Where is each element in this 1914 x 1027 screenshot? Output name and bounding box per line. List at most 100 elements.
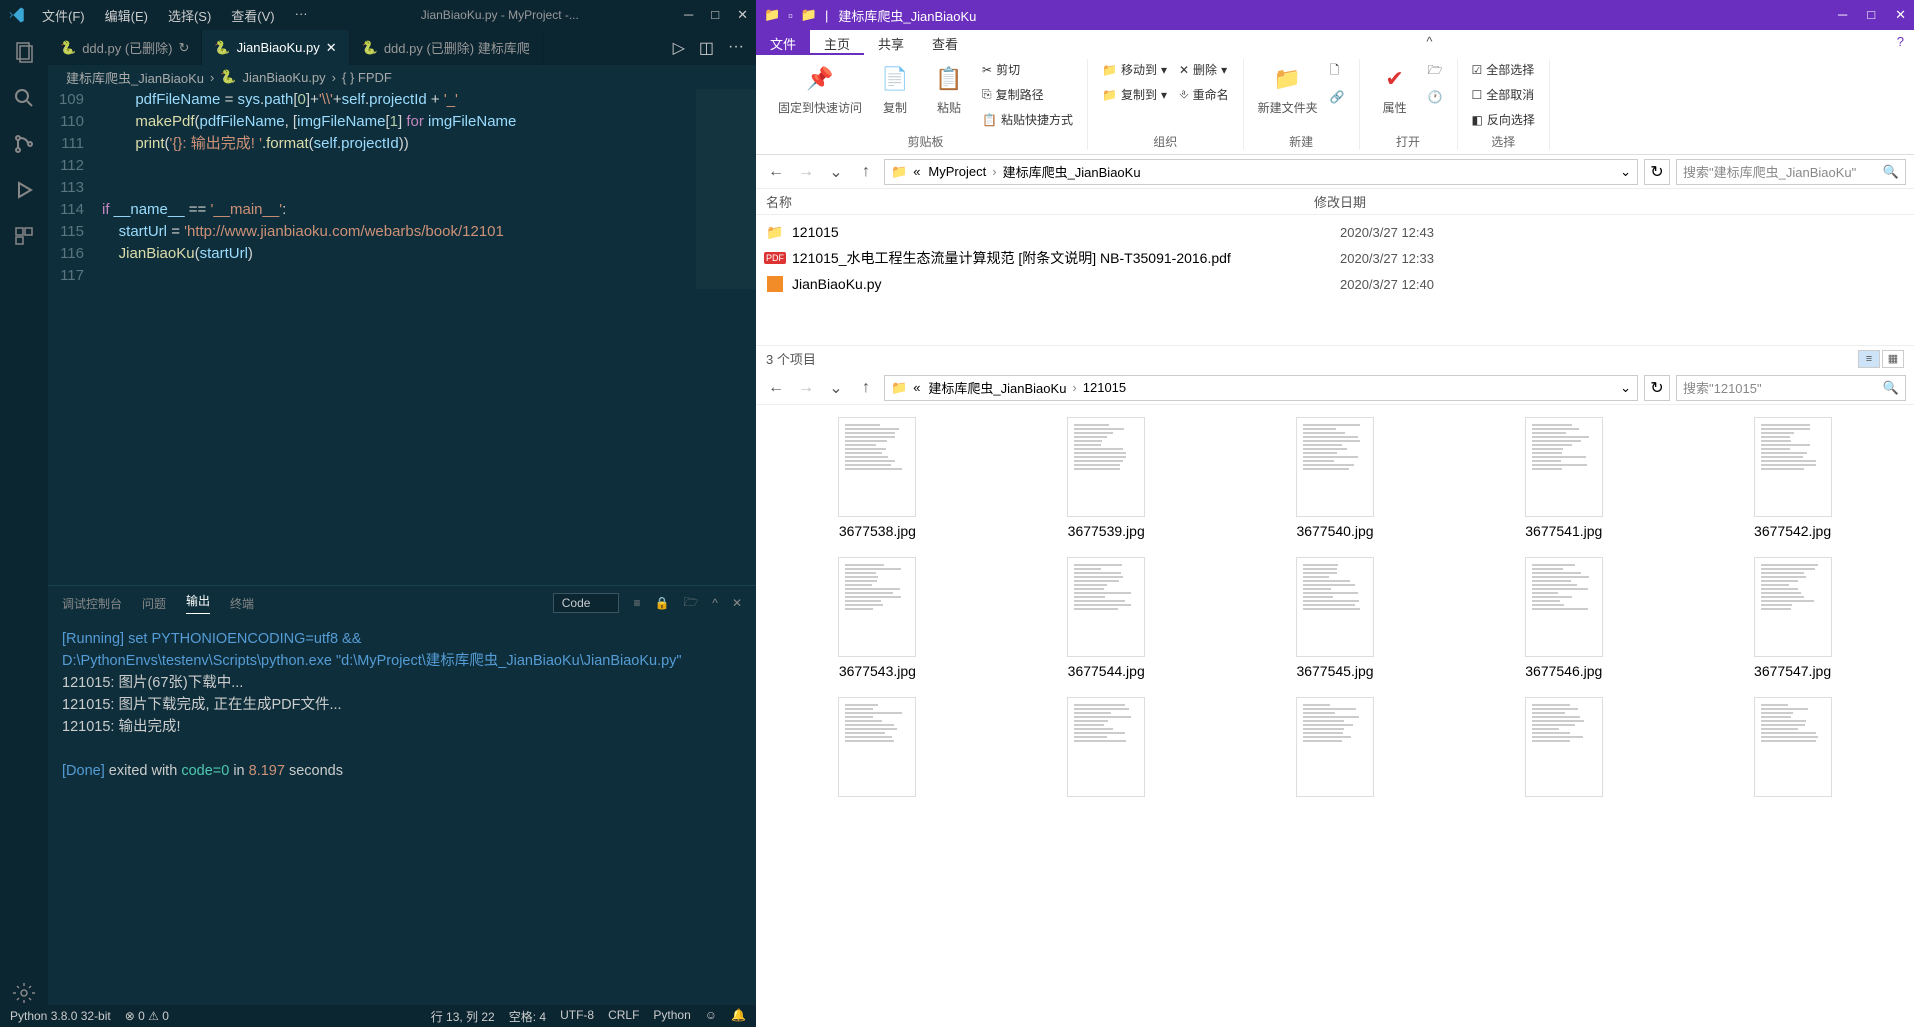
- selectnone-button[interactable]: ☐ 全部取消: [1468, 84, 1539, 105]
- file-row[interactable]: JianBiaoKu.py2020/3/27 12:40: [756, 271, 1914, 297]
- col-date[interactable]: 修改日期: [1314, 192, 1366, 211]
- close-icon[interactable]: ✕: [1895, 7, 1906, 23]
- thumbnail-item[interactable]: 3677545.jpg: [1226, 557, 1445, 679]
- thumbnail-item[interactable]: [1226, 697, 1445, 797]
- collapse-icon[interactable]: ^: [712, 596, 718, 610]
- status-bell-icon[interactable]: 🔔: [731, 1008, 746, 1025]
- copyto-button[interactable]: 📁 复制到 ▾: [1098, 84, 1171, 105]
- moveto-button[interactable]: 📁 移动到 ▾: [1098, 59, 1171, 80]
- thumbnail-item[interactable]: 3677547.jpg: [1683, 557, 1902, 679]
- invertselect-button[interactable]: ◧ 反向选择: [1468, 109, 1539, 130]
- tab-ddd2[interactable]: 🐍ddd.py (已删除) 建标库爬: [350, 30, 543, 65]
- status-feedback-icon[interactable]: ☺: [705, 1008, 717, 1025]
- thumbnail-item[interactable]: 3677542.jpg: [1683, 417, 1902, 539]
- nav-back-icon[interactable]: ←: [764, 160, 788, 184]
- cut-button[interactable]: ✂ 剪切: [978, 59, 1077, 80]
- column-headers[interactable]: 名称 修改日期: [756, 189, 1914, 215]
- run-icon[interactable]: ▷: [673, 38, 685, 58]
- editor[interactable]: 109 110 111 112 113 114 115 116 117 pdfF…: [48, 89, 756, 585]
- selectall-button[interactable]: ☑ 全部选择: [1468, 59, 1539, 80]
- path-dropdown-icon[interactable]: ⌄: [1620, 164, 1631, 180]
- status-spaces[interactable]: 空格: 4: [509, 1008, 546, 1025]
- nav-history-icon[interactable]: ⌄: [824, 160, 848, 184]
- settings-gear-icon[interactable]: [12, 981, 36, 1005]
- ribbon-help-icon[interactable]: ?: [1887, 30, 1914, 55]
- panel-tab-terminal[interactable]: 终端: [230, 595, 254, 612]
- newitem-button[interactable]: 🗋: [1326, 59, 1349, 84]
- menu-file[interactable]: 文件(F): [34, 2, 93, 29]
- menu-select[interactable]: 选择(S): [160, 2, 219, 29]
- minimize-icon[interactable]: ─: [684, 7, 693, 23]
- close-icon[interactable]: ✕: [737, 7, 748, 23]
- status-eol[interactable]: CRLF: [608, 1008, 639, 1025]
- history-button[interactable]: 🕐: [1424, 88, 1447, 106]
- view-icons-icon[interactable]: ▦: [1882, 350, 1904, 368]
- open-button[interactable]: 🗁: [1424, 59, 1447, 84]
- maximize-icon[interactable]: □: [711, 7, 719, 23]
- explorer-icon[interactable]: [12, 40, 36, 64]
- file-list[interactable]: 📁1210152020/3/27 12:43PDF121015_水电工程生态流量…: [756, 215, 1914, 345]
- ribbon-tab-file[interactable]: 文件: [756, 30, 810, 55]
- menu-edit[interactable]: 编辑(E): [97, 2, 156, 29]
- menu-more[interactable]: ···: [287, 2, 316, 29]
- panel-tab-debug[interactable]: 调试控制台: [62, 595, 122, 612]
- minimize-icon[interactable]: ─: [1838, 7, 1847, 23]
- tab-ddd1[interactable]: 🐍ddd.py (已删除)↻: [48, 30, 202, 65]
- crumb[interactable]: { } FPDF: [342, 70, 392, 85]
- path-dropdown-icon[interactable]: ⌄: [1620, 380, 1631, 396]
- thumbnail-item[interactable]: 3677538.jpg: [768, 417, 987, 539]
- refresh-icon[interactable]: ↻: [1644, 159, 1670, 185]
- status-lang[interactable]: Python: [653, 1008, 690, 1025]
- easyaccess-button[interactable]: 🔗: [1326, 88, 1349, 106]
- pasteshortcut-button[interactable]: 📋 粘贴快捷方式: [978, 109, 1077, 130]
- code-content[interactable]: pdfFileName = sys.path[0]+'\\'+self.proj…: [102, 89, 756, 585]
- pin-button[interactable]: 📌固定到快速访问: [774, 59, 866, 120]
- nav-back-icon[interactable]: ←: [764, 376, 788, 400]
- minimap[interactable]: [696, 89, 756, 289]
- tab-close-icon[interactable]: ↻: [179, 40, 190, 56]
- search-icon[interactable]: [12, 86, 36, 110]
- clear-icon[interactable]: ≡: [633, 596, 640, 610]
- tab-close-icon[interactable]: ✕: [326, 40, 337, 56]
- extensions-icon[interactable]: [12, 224, 36, 248]
- crumb[interactable]: «: [911, 380, 922, 395]
- ribbon-tab-view[interactable]: 查看: [918, 30, 972, 55]
- nav-up-icon[interactable]: ↑: [854, 160, 878, 184]
- ribbon-collapse-icon[interactable]: ^: [1416, 30, 1442, 55]
- nav-up-icon[interactable]: ↑: [854, 376, 878, 400]
- debug-icon[interactable]: [12, 178, 36, 202]
- thumbnail-item[interactable]: [768, 697, 987, 797]
- panel-tab-problems[interactable]: 问题: [142, 595, 166, 612]
- ribbon-tab-share[interactable]: 共享: [864, 30, 918, 55]
- status-encoding[interactable]: UTF-8: [560, 1008, 594, 1025]
- search-box[interactable]: 搜索"121015"🔍: [1676, 375, 1906, 401]
- newfolder-button[interactable]: 📁新建文件夹: [1254, 59, 1322, 120]
- tab-jianbiaoku[interactable]: 🐍JianBiaoKu.py✕: [202, 30, 349, 65]
- thumbnail-item[interactable]: 3677541.jpg: [1454, 417, 1673, 539]
- address-path[interactable]: 📁 « 建标库爬虫_JianBiaoKu› 121015 ⌄: [884, 375, 1638, 401]
- crumb[interactable]: «: [911, 164, 922, 179]
- nav-history-icon[interactable]: ⌄: [824, 376, 848, 400]
- thumbnail-item[interactable]: 3677543.jpg: [768, 557, 987, 679]
- thumbnail-item[interactable]: 3677546.jpg: [1454, 557, 1673, 679]
- crumb[interactable]: JianBiaoKu.py: [243, 70, 326, 85]
- thumbnail-grid[interactable]: 3677538.jpg3677539.jpg3677540.jpg3677541…: [756, 405, 1914, 1027]
- crumb[interactable]: MyProject: [926, 164, 988, 179]
- lock-icon[interactable]: 🔒: [654, 596, 669, 610]
- output-content[interactable]: [Running] set PYTHONIOENCODING=utf8 && D…: [48, 620, 756, 1005]
- crumb[interactable]: 建标库爬虫_JianBiaoKu: [66, 68, 204, 87]
- nav-forward-icon[interactable]: →: [794, 160, 818, 184]
- panel-tab-output[interactable]: 输出: [186, 592, 210, 614]
- file-row[interactable]: 📁1210152020/3/27 12:43: [756, 219, 1914, 245]
- properties-button[interactable]: ✔属性: [1370, 59, 1420, 120]
- nav-forward-icon[interactable]: →: [794, 376, 818, 400]
- thumbnail-item[interactable]: 3677539.jpg: [997, 417, 1216, 539]
- source-control-icon[interactable]: [12, 132, 36, 156]
- search-box[interactable]: 搜索"建标库爬虫_JianBiaoKu"🔍: [1676, 159, 1906, 185]
- crumb[interactable]: 建标库爬虫_JianBiaoKu: [1001, 162, 1143, 181]
- thumbnail-item[interactable]: 3677540.jpg: [1226, 417, 1445, 539]
- file-row[interactable]: PDF121015_水电工程生态流量计算规范 [附条文说明] NB-T35091…: [756, 245, 1914, 271]
- menu-view[interactable]: 查看(V): [223, 2, 282, 29]
- crumb[interactable]: 121015: [1081, 380, 1128, 395]
- output-channel-select[interactable]: Code: [553, 593, 620, 613]
